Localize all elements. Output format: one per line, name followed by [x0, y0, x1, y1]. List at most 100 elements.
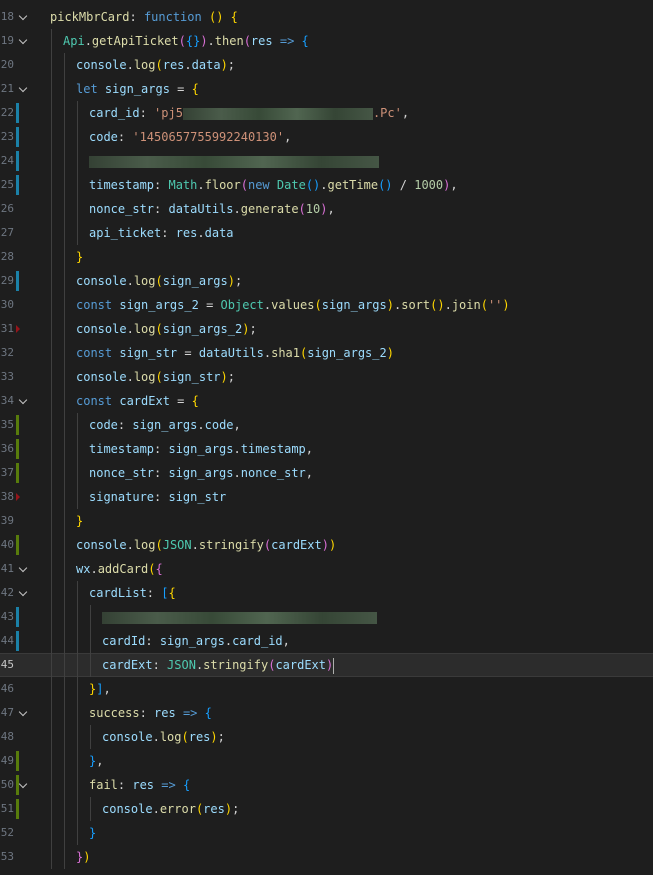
code-text[interactable]: }: [89, 821, 96, 845]
code-line-20[interactable]: 20 console.log(res.data);: [0, 53, 653, 77]
code-text[interactable]: nonce_str: dataUtils.generate(10),: [89, 197, 335, 221]
code-text[interactable]: timestamp: Math.floor(new Date().getTime…: [89, 173, 458, 197]
code-line-39[interactable]: 39}: [0, 509, 653, 533]
code-text[interactable]: console.log(res);: [102, 725, 225, 749]
code-line-32[interactable]: 32 const sign_str = dataUtils.sha1(sign_a…: [0, 341, 653, 365]
indent-guide: [51, 581, 52, 605]
code-line-40[interactable]: 40 console.log(JSON.stringify(cardExt)): [0, 533, 653, 557]
modified-line-marker[interactable]: [16, 103, 19, 123]
code-text[interactable]: console.log(sign_args_2);: [76, 317, 257, 341]
modified-line-marker[interactable]: [16, 271, 19, 291]
code-text[interactable]: card_id: 'pj5 .Pc',: [89, 101, 409, 125]
code-text[interactable]: const cardExt = {: [76, 389, 199, 413]
fold-chevron-icon[interactable]: [18, 581, 28, 605]
code-text[interactable]: timestamp: sign_args.timestamp,: [89, 437, 313, 461]
code-line-23[interactable]: 23 code: '1450657755992240130',: [0, 125, 653, 149]
code-text[interactable]: console.log(JSON.stringify(cardExt)): [76, 533, 336, 557]
code-text[interactable]: const sign_args_2 = Object.values(sign_a…: [76, 293, 510, 317]
code-text[interactable]: success: res => {: [89, 701, 212, 725]
code-text[interactable]: cardId: sign_args.card_id,: [102, 629, 290, 653]
code-line-22[interactable]: 22 card_id: 'pj5 .Pc',: [0, 101, 653, 125]
code-line-44[interactable]: 44 cardId: sign_args.card_id,: [0, 629, 653, 653]
code-text[interactable]: code: sign_args.code,: [89, 413, 241, 437]
code-line-50[interactable]: 50 fail: res => {: [0, 773, 653, 797]
modified-line-marker[interactable]: [16, 631, 19, 651]
code-text[interactable]: [89, 149, 379, 173]
added-line-marker[interactable]: [16, 751, 19, 771]
code-text[interactable]: cardList: [{: [89, 581, 176, 605]
code-line-38[interactable]: 38 signature: sign_str: [0, 485, 653, 509]
modified-line-marker[interactable]: [16, 127, 19, 147]
code-text[interactable]: },: [89, 749, 103, 773]
code-line-19[interactable]: 19 Api.getApiTicket({}).then(res => {: [0, 29, 653, 53]
modified-line-marker[interactable]: [16, 607, 19, 627]
code-text[interactable]: pickMbrCard: function () {: [50, 5, 238, 29]
code-line-26[interactable]: 26 nonce_str: dataUtils.generate(10),: [0, 197, 653, 221]
code-text[interactable]: let sign_args = {: [76, 77, 199, 101]
code-line-47[interactable]: 47 success: res => {: [0, 701, 653, 725]
code-line-35[interactable]: 35 code: sign_args.code,: [0, 413, 653, 437]
code-line-43[interactable]: 43: [0, 605, 653, 629]
code-line-33[interactable]: 33 console.log(sign_str);: [0, 365, 653, 389]
code-line-45[interactable]: 45 cardExt: JSON.stringify(cardExt): [0, 653, 653, 677]
code-text[interactable]: nonce_str: sign_args.nonce_str,: [89, 461, 313, 485]
code-line-37[interactable]: 37 nonce_str: sign_args.nonce_str,: [0, 461, 653, 485]
code-text[interactable]: }): [76, 845, 90, 869]
code-text[interactable]: api_ticket: res.data: [89, 221, 234, 245]
code-token: code: [89, 130, 118, 144]
fold-chevron-icon[interactable]: [18, 29, 28, 53]
fold-chevron-icon[interactable]: [18, 701, 28, 725]
code-line-24[interactable]: 24: [0, 149, 653, 173]
code-text[interactable]: }: [76, 245, 83, 269]
code-line-27[interactable]: 27 api_ticket: res.data: [0, 221, 653, 245]
code-line-18[interactable]: 18 pickMbrCard: function () {: [0, 5, 653, 29]
indent-guide: [77, 101, 78, 125]
code-text[interactable]: console.log(sign_args);: [76, 269, 242, 293]
code-line-28[interactable]: 28}: [0, 245, 653, 269]
code-line-34[interactable]: 34 const cardExt = {: [0, 389, 653, 413]
code-text[interactable]: }],: [89, 677, 111, 701]
code-text[interactable]: Api.getApiTicket({}).then(res => {: [63, 29, 309, 53]
code-text[interactable]: [102, 605, 377, 629]
code-text[interactable]: code: '1450657755992240130',: [89, 125, 291, 149]
indent-guide: [77, 221, 78, 245]
code-line-49[interactable]: 49},: [0, 749, 653, 773]
code-line-41[interactable]: 41 wx.addCard({: [0, 557, 653, 581]
code-text[interactable]: const sign_str = dataUtils.sha1(sign_arg…: [76, 341, 394, 365]
modified-line-marker[interactable]: [16, 151, 19, 171]
deleted-line-marker[interactable]: [16, 325, 20, 333]
code-line-53[interactable]: 53}): [0, 845, 653, 869]
code-text[interactable]: console.error(res);: [102, 797, 239, 821]
code-line-31[interactable]: 31 console.log(sign_args_2);: [0, 317, 653, 341]
code-text[interactable]: console.log(res.data);: [76, 53, 235, 77]
code-line-21[interactable]: 21 let sign_args = {: [0, 77, 653, 101]
code-text[interactable]: wx.addCard({: [76, 557, 163, 581]
code-line-36[interactable]: 36 timestamp: sign_args.timestamp,: [0, 437, 653, 461]
code-text[interactable]: console.log(sign_str);: [76, 365, 235, 389]
code-text[interactable]: }: [76, 509, 83, 533]
fold-chevron-icon[interactable]: [18, 773, 28, 797]
code-text[interactable]: cardExt: JSON.stringify(cardExt): [102, 653, 335, 677]
deleted-line-marker[interactable]: [16, 493, 20, 501]
added-line-marker[interactable]: [16, 415, 19, 435]
code-line-46[interactable]: 46}],: [0, 677, 653, 701]
added-line-marker[interactable]: [16, 439, 19, 459]
modified-line-marker[interactable]: [16, 175, 19, 195]
added-line-marker[interactable]: [16, 799, 19, 819]
added-line-marker[interactable]: [16, 535, 19, 555]
code-line-52[interactable]: 52}: [0, 821, 653, 845]
code-editor[interactable]: 18 pickMbrCard: function () {19 Api.getApi…: [0, 0, 653, 875]
code-line-48[interactable]: 48 console.log(res);: [0, 725, 653, 749]
fold-chevron-icon[interactable]: [18, 389, 28, 413]
fold-chevron-icon[interactable]: [18, 557, 28, 581]
code-text[interactable]: fail: res => {: [89, 773, 190, 797]
code-line-42[interactable]: 42 cardList: [{: [0, 581, 653, 605]
code-line-29[interactable]: 29 console.log(sign_args);: [0, 269, 653, 293]
code-line-30[interactable]: 30 const sign_args_2 = Object.values(sign…: [0, 293, 653, 317]
fold-chevron-icon[interactable]: [18, 5, 28, 29]
fold-chevron-icon[interactable]: [18, 77, 28, 101]
code-line-51[interactable]: 51 console.error(res);: [0, 797, 653, 821]
added-line-marker[interactable]: [16, 463, 19, 483]
code-line-25[interactable]: 25 timestamp: Math.floor(new Date().getTi…: [0, 173, 653, 197]
code-text[interactable]: signature: sign_str: [89, 485, 226, 509]
